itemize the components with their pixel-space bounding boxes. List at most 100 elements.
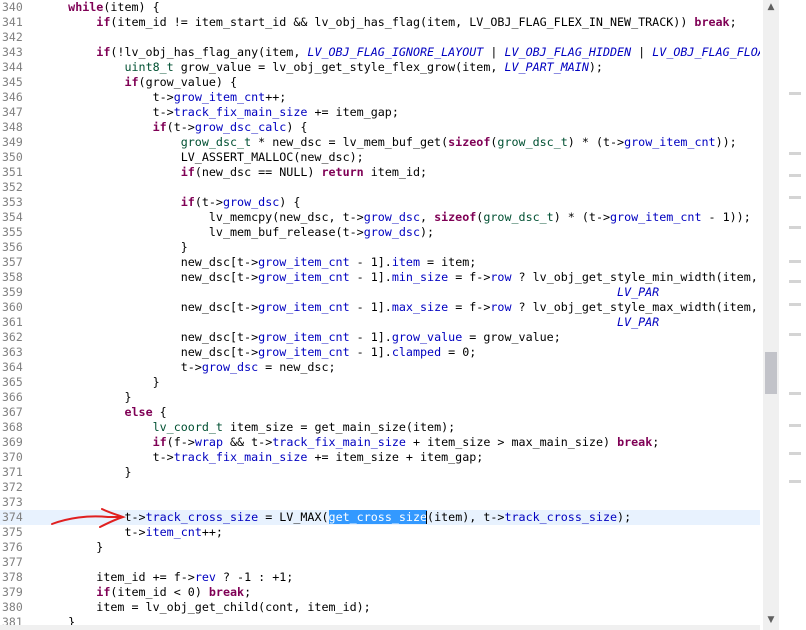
code-line[interactable]: 378 item_id += f->rev ? -1 : +1; xyxy=(0,570,760,585)
ruler-marker[interactable] xyxy=(789,424,801,427)
code-line[interactable]: 365 } xyxy=(0,375,760,390)
code-text[interactable]: uint8_t grow_value = lv_obj_get_style_fl… xyxy=(40,60,603,75)
code-text[interactable]: t->grow_dsc = new_dsc; xyxy=(40,360,336,375)
code-text[interactable]: item = lv_obj_get_child(cont, item_id); xyxy=(40,600,370,615)
code-line[interactable]: 360 new_dsc[t->grow_item_cnt - 1].max_si… xyxy=(0,300,760,315)
code-line[interactable]: 347 t->track_fix_main_size += item_gap; xyxy=(0,105,760,120)
code-line[interactable]: 379 if(item_id < 0) break; xyxy=(0,585,760,600)
code-text[interactable]: if(new_dsc == NULL) return item_id; xyxy=(40,165,427,180)
code-line[interactable]: 354 lv_memcpy(new_dsc, t->grow_dsc, size… xyxy=(0,210,760,225)
code-text[interactable]: else { xyxy=(40,405,166,420)
ruler-marker[interactable] xyxy=(789,392,801,395)
code-text[interactable]: } xyxy=(40,465,131,480)
code-line[interactable]: 364 t->grow_dsc = new_dsc; xyxy=(0,360,760,375)
code-text[interactable]: LV_ASSERT_MALLOC(new_dsc); xyxy=(40,150,364,165)
code-line[interactable]: 353 if(t->grow_dsc) { xyxy=(0,195,760,210)
code-line[interactable]: 348 if(t->grow_dsc_calc) { xyxy=(0,120,760,135)
code-line[interactable]: 343 if(!lv_obj_has_flag_any(item, LV_OBJ… xyxy=(0,45,760,60)
code-text[interactable]: } xyxy=(40,390,131,405)
code-line[interactable]: 341 if(item_id != item_start_id && lv_ob… xyxy=(0,15,760,30)
code-text[interactable]: } xyxy=(40,540,103,555)
code-line[interactable]: 352 xyxy=(0,180,760,195)
ruler-marker[interactable] xyxy=(789,260,801,263)
ruler-marker[interactable] xyxy=(789,196,801,199)
code-line[interactable]: 356 } xyxy=(0,240,760,255)
code-text[interactable]: lv_mem_buf_release(t->grow_dsc); xyxy=(40,225,434,240)
scroll-up-icon[interactable]: ▲ xyxy=(763,0,779,14)
code-line[interactable]: 346 t->grow_item_cnt++; xyxy=(0,90,760,105)
code-text[interactable]: item_id += f->rev ? -1 : +1; xyxy=(40,570,293,585)
line-number: 366 xyxy=(2,390,23,404)
code-text[interactable]: new_dsc[t->grow_item_cnt - 1].item = ite… xyxy=(40,255,477,270)
code-line[interactable]: 362 new_dsc[t->grow_item_cnt - 1].grow_v… xyxy=(0,330,760,345)
code-text[interactable]: new_dsc[t->grow_item_cnt - 1].grow_value… xyxy=(40,330,561,345)
code-line[interactable]: 367 else { xyxy=(0,405,760,420)
code-line[interactable]: 350 LV_ASSERT_MALLOC(new_dsc); xyxy=(0,150,760,165)
code-line[interactable]: 369 if(f->wrap && t->track_fix_main_size… xyxy=(0,435,760,450)
line-number: 372 xyxy=(2,480,23,494)
code-line[interactable]: 366 } xyxy=(0,390,760,405)
ruler-marker[interactable] xyxy=(789,226,801,229)
code-text[interactable]: LV_PAR xyxy=(40,285,659,300)
line-number: 374 xyxy=(2,510,23,524)
ruler-marker[interactable] xyxy=(789,174,801,177)
line-number: 347 xyxy=(2,105,23,119)
code-text[interactable]: new_dsc[t->grow_item_cnt - 1].clamped = … xyxy=(40,345,477,360)
ruler-marker[interactable] xyxy=(789,280,801,283)
code-text[interactable]: lv_coord_t item_size = get_main_size(ite… xyxy=(40,420,456,435)
line-number: 363 xyxy=(2,345,23,359)
code-line[interactable]: 351 if(new_dsc == NULL) return item_id; xyxy=(0,165,760,180)
code-text[interactable]: } xyxy=(40,240,188,255)
horizontal-scrollbar[interactable] xyxy=(0,625,760,630)
code-text[interactable]: if(grow_value) { xyxy=(40,75,237,90)
code-line[interactable]: 371 } xyxy=(0,465,760,480)
code-line[interactable]: 363 new_dsc[t->grow_item_cnt - 1].clampe… xyxy=(0,345,760,360)
code-text[interactable]: grow_dsc_t * new_dsc = lv_mem_buf_get(si… xyxy=(40,135,737,150)
code-text[interactable]: t->track_fix_main_size += item_size + it… xyxy=(40,450,484,465)
code-line[interactable]: 355 lv_mem_buf_release(t->grow_dsc); xyxy=(0,225,760,240)
code-line[interactable]: 370 t->track_fix_main_size += item_size … xyxy=(0,450,760,465)
code-line[interactable]: 358 new_dsc[t->grow_item_cnt - 1].min_si… xyxy=(0,270,760,285)
code-line[interactable]: 380 item = lv_obj_get_child(cont, item_i… xyxy=(0,600,760,615)
code-text[interactable]: new_dsc[t->grow_item_cnt - 1].min_size =… xyxy=(40,270,758,285)
code-line[interactable]: 342 xyxy=(0,30,760,45)
code-line[interactable]: 376 } xyxy=(0,540,760,555)
code-text[interactable]: while(item) { xyxy=(40,0,159,15)
scroll-down-icon[interactable]: ▼ xyxy=(763,613,779,627)
code-line[interactable]: 377 xyxy=(0,555,760,570)
code-line[interactable]: 340 while(item) { xyxy=(0,0,760,15)
code-text[interactable]: if(t->grow_dsc_calc) { xyxy=(40,120,308,135)
code-line[interactable]: 345 if(grow_value) { xyxy=(0,75,760,90)
code-line[interactable]: 361 LV_PAR xyxy=(0,315,760,330)
line-number: 340 xyxy=(2,0,23,14)
code-editor[interactable]: 340 while(item) {341 if(item_id != item_… xyxy=(0,0,760,630)
vertical-scrollbar[interactable] xyxy=(763,0,779,630)
line-number: 358 xyxy=(2,270,23,284)
code-text[interactable]: if(f->wrap && t->track_fix_main_size + i… xyxy=(40,435,660,450)
ruler-marker[interactable] xyxy=(789,92,801,95)
code-text[interactable]: t->track_cross_size = LV_MAX(get_cross_s… xyxy=(40,510,631,525)
code-text[interactable]: t->track_fix_main_size += item_gap; xyxy=(40,105,399,120)
code-text[interactable]: } xyxy=(40,375,160,390)
ruler-marker[interactable] xyxy=(789,303,801,306)
scrollbar-thumb[interactable] xyxy=(765,352,777,394)
code-text[interactable]: if(!lv_obj_has_flag_any(item, LV_OBJ_FLA… xyxy=(40,45,760,60)
code-text[interactable]: lv_memcpy(new_dsc, t->grow_dsc, sizeof(g… xyxy=(40,210,751,225)
ruler-marker[interactable] xyxy=(789,480,801,483)
ruler-marker[interactable] xyxy=(789,152,801,155)
ruler-marker[interactable] xyxy=(789,333,801,336)
code-line[interactable]: 344 uint8_t grow_value = lv_obj_get_styl… xyxy=(0,60,760,75)
code-line[interactable]: 357 new_dsc[t->grow_item_cnt - 1].item =… xyxy=(0,255,760,270)
code-line[interactable]: 349 grow_dsc_t * new_dsc = lv_mem_buf_ge… xyxy=(0,135,760,150)
code-text[interactable]: if(item_id != item_start_id && lv_obj_ha… xyxy=(40,15,736,30)
code-line[interactable]: 368 lv_coord_t item_size = get_main_size… xyxy=(0,420,760,435)
code-text[interactable]: new_dsc[t->grow_item_cnt - 1].max_size =… xyxy=(40,300,758,315)
code-line[interactable]: 372 xyxy=(0,480,760,495)
code-text[interactable]: LV_PAR xyxy=(40,315,659,330)
code-text[interactable]: t->grow_item_cnt++; xyxy=(40,90,287,105)
line-number: 378 xyxy=(2,570,23,584)
ruler-marker[interactable] xyxy=(789,452,801,455)
code-text[interactable]: if(item_id < 0) break; xyxy=(40,585,251,600)
code-line[interactable]: 359 LV_PAR xyxy=(0,285,760,300)
code-text[interactable]: if(t->grow_dsc) { xyxy=(40,195,301,210)
